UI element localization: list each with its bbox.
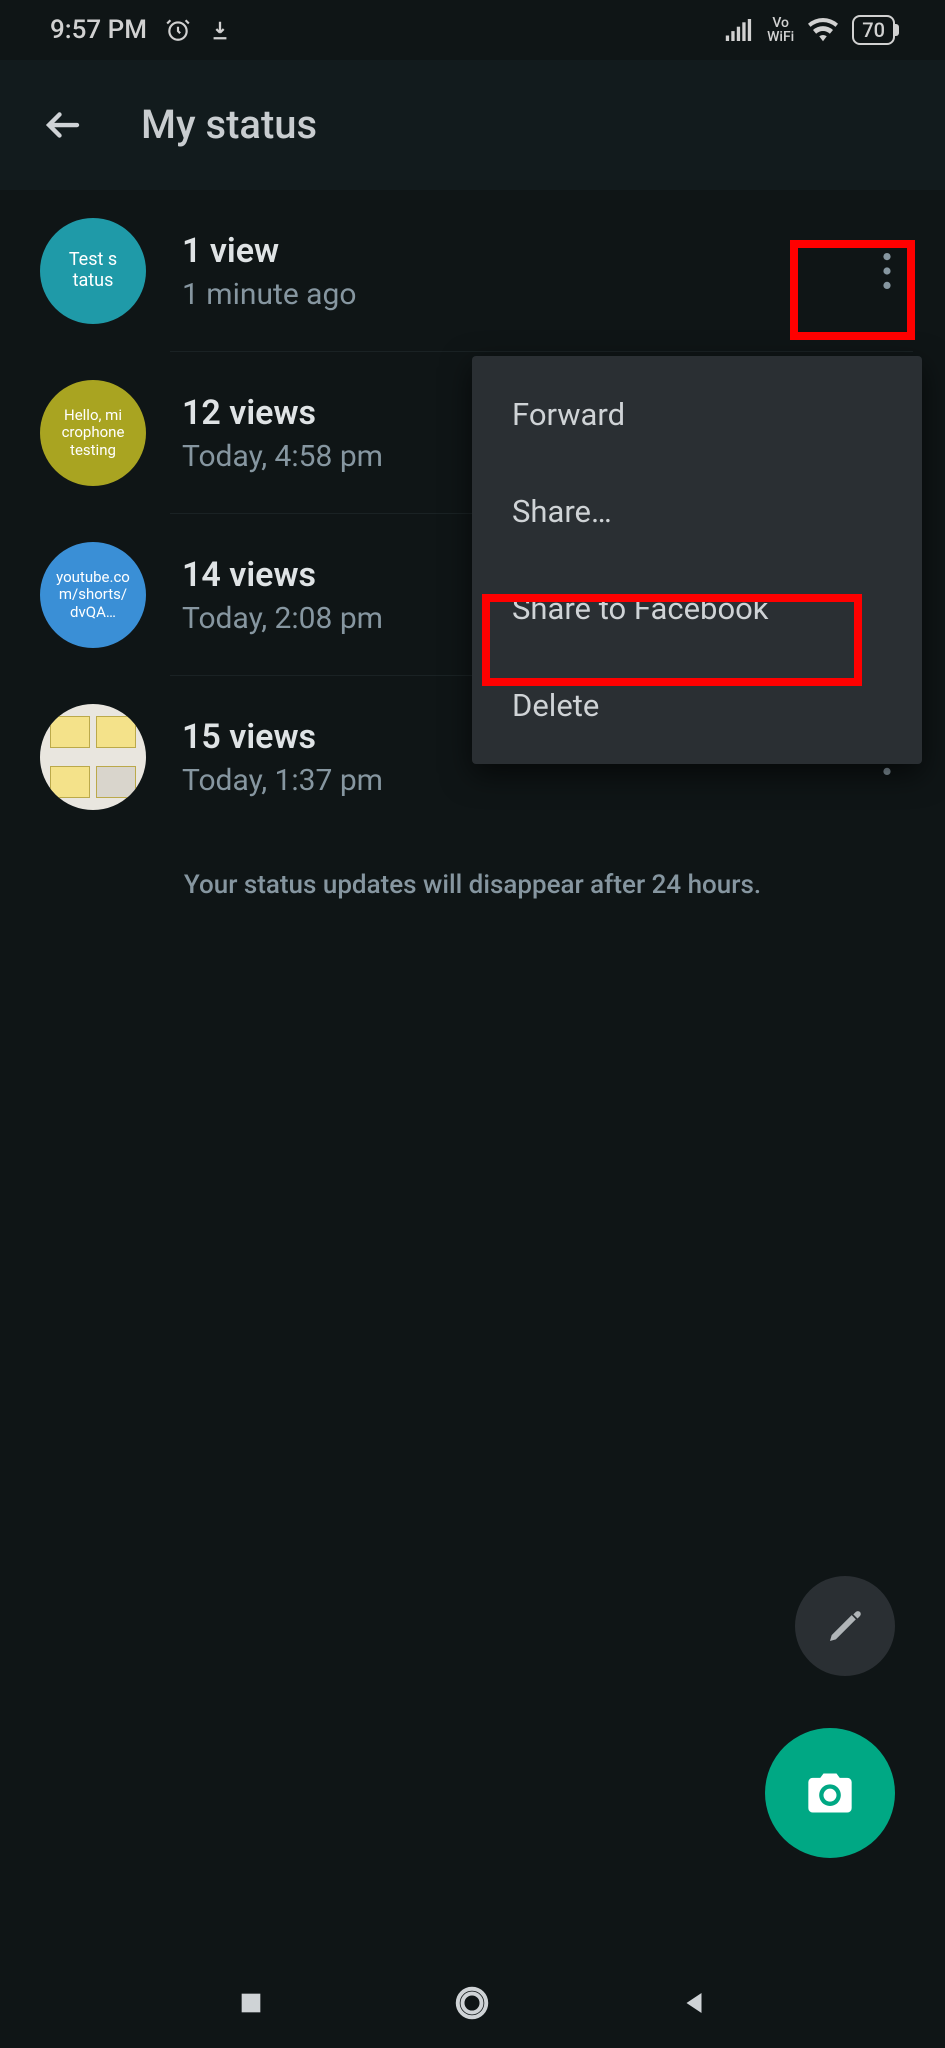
menu-item-forward[interactable]: Forward	[472, 366, 922, 463]
nav-back-button[interactable]	[669, 1978, 719, 2028]
wifi-icon	[808, 18, 838, 42]
menu-item-delete[interactable]: Delete	[472, 657, 922, 754]
status-views: 12 views	[182, 393, 383, 433]
status-thumbnail: youtube.co m/shorts/ dvQA…	[40, 542, 146, 648]
status-time: 1 minute ago	[182, 277, 356, 312]
more-options-button[interactable]	[861, 245, 913, 297]
nav-home-button[interactable]	[447, 1978, 497, 2028]
alarm-icon	[165, 17, 191, 43]
status-thumbnail: Test s tatus	[40, 218, 146, 324]
signal-icon	[725, 19, 753, 41]
nav-recent-button[interactable]	[226, 1978, 276, 2028]
camera-fab[interactable]	[765, 1728, 895, 1858]
back-button[interactable]	[40, 102, 86, 148]
status-time: Today, 1:37 pm	[182, 763, 383, 798]
appbar: My status	[0, 60, 945, 190]
context-menu: Forward Share… Share to Facebook Delete	[472, 356, 922, 764]
text-status-fab[interactable]	[795, 1576, 895, 1676]
android-statusbar: 9:57 PM Vo WiFi 70	[0, 0, 945, 60]
download-icon	[209, 17, 231, 43]
status-time: Today, 4:58 pm	[182, 439, 383, 474]
statusbar-time: 9:57 PM	[50, 15, 147, 45]
android-navbar	[0, 1958, 945, 2048]
status-time: Today, 2:08 pm	[182, 601, 383, 636]
page-title: My status	[141, 101, 317, 148]
status-row[interactable]: Test s tatus 1 view 1 minute ago	[0, 190, 945, 352]
status-thumbnail	[40, 704, 146, 810]
status-thumbnail: Hello, mi crophone testing	[40, 380, 146, 486]
vowifi-icon: Vo WiFi	[767, 16, 794, 44]
disappear-notice: Your status updates will disappear after…	[0, 838, 945, 932]
status-views: 14 views	[182, 555, 383, 595]
menu-item-share-facebook[interactable]: Share to Facebook	[472, 560, 922, 657]
status-views: 1 view	[182, 231, 356, 271]
status-views: 15 views	[182, 717, 383, 757]
battery-indicator: 70	[852, 15, 895, 45]
menu-item-share[interactable]: Share…	[472, 463, 922, 560]
